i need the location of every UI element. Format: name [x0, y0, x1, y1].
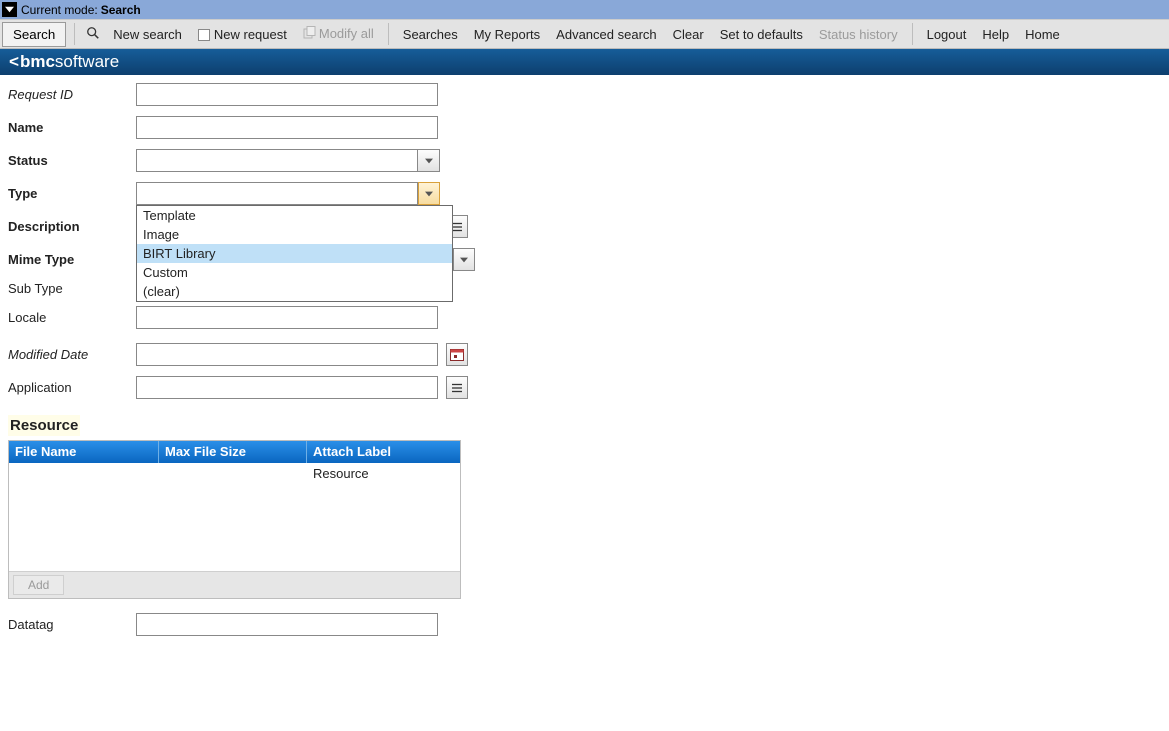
- brand-prefix: bmc: [20, 52, 55, 72]
- grid-body[interactable]: Resource: [9, 463, 460, 571]
- col-file-name[interactable]: File Name: [9, 441, 159, 463]
- resource-section-title: Resource: [8, 415, 80, 436]
- help-link[interactable]: Help: [974, 27, 1017, 42]
- input-status[interactable]: [136, 149, 418, 172]
- home-link[interactable]: Home: [1017, 27, 1068, 42]
- mode-prefix: Current mode:: [21, 3, 98, 17]
- label-status: Status: [8, 153, 136, 168]
- type-dropdown-button[interactable]: [418, 182, 440, 205]
- type-option[interactable]: (clear): [137, 282, 452, 301]
- row-application: Application: [8, 376, 1161, 399]
- cell-file-name: [9, 463, 159, 571]
- label-sub-type: Sub Type: [8, 281, 136, 296]
- row-request-id: Request ID: [8, 83, 1161, 106]
- type-option[interactable]: Image: [137, 225, 452, 244]
- type-dropdown-list: Template Image BIRT Library Custom (clea…: [136, 205, 453, 302]
- modify-all-icon: [303, 26, 316, 42]
- toolbar-separator: [912, 23, 913, 45]
- brand-suffix: software: [55, 52, 119, 72]
- input-type[interactable]: [136, 182, 418, 205]
- status-dropdown-button[interactable]: [418, 149, 440, 172]
- label-modified-date: Modified Date: [8, 347, 136, 362]
- row-modified-date: Modified Date: [8, 343, 1161, 366]
- form-area: Request ID Name Status Type Template Ima…: [0, 75, 1169, 654]
- col-attach-label[interactable]: Attach Label: [307, 441, 460, 463]
- toolbar: Search New search New request Modify all…: [0, 19, 1169, 49]
- label-mime-type: Mime Type: [8, 252, 136, 267]
- row-status: Status: [8, 149, 1161, 172]
- label-type: Type: [8, 186, 136, 201]
- input-request-id[interactable]: [136, 83, 438, 106]
- input-locale[interactable]: [136, 306, 438, 329]
- new-search-link[interactable]: New search: [105, 27, 190, 42]
- add-button: Add: [13, 575, 64, 595]
- resource-grid: File Name Max File Size Attach Label Res…: [8, 440, 461, 599]
- input-application[interactable]: [136, 376, 438, 399]
- grid-footer: Add: [9, 571, 460, 598]
- application-menu-button[interactable]: [446, 376, 468, 399]
- row-type: Type Template Image BIRT Library Custom …: [8, 182, 1161, 205]
- mode-value: Search: [101, 3, 141, 17]
- new-request-icon: [198, 29, 210, 41]
- my-reports-link[interactable]: My Reports: [466, 27, 548, 42]
- modify-all-link: Modify all: [295, 26, 382, 43]
- new-request-label: New request: [214, 27, 287, 42]
- set-defaults-link[interactable]: Set to defaults: [712, 27, 811, 42]
- type-option[interactable]: Template: [137, 206, 452, 225]
- label-description: Description: [8, 219, 136, 234]
- label-locale: Locale: [8, 310, 136, 325]
- brand-bar: > bmcsoftware: [0, 49, 1169, 75]
- mode-dropdown-icon[interactable]: [2, 2, 17, 17]
- label-name: Name: [8, 120, 136, 135]
- label-application: Application: [8, 380, 136, 395]
- row-datatag: Datatag: [8, 613, 1161, 636]
- magnifier-icon[interactable]: [81, 26, 105, 43]
- col-max-file-size[interactable]: Max File Size: [159, 441, 307, 463]
- row-locale: Locale: [8, 306, 1161, 329]
- search-button[interactable]: Search: [2, 22, 66, 47]
- label-datatag: Datatag: [8, 617, 136, 632]
- brand-chevron-icon: >: [9, 52, 19, 72]
- input-modified-date[interactable]: [136, 343, 438, 366]
- input-datatag[interactable]: [136, 613, 438, 636]
- clear-link[interactable]: Clear: [665, 27, 712, 42]
- grid-header: File Name Max File Size Attach Label: [9, 441, 460, 463]
- modify-all-label: Modify all: [319, 26, 374, 41]
- searches-link[interactable]: Searches: [395, 27, 466, 42]
- type-option[interactable]: BIRT Library: [137, 244, 452, 263]
- toolbar-separator: [388, 23, 389, 45]
- advanced-search-link[interactable]: Advanced search: [548, 27, 664, 42]
- toolbar-separator: [74, 23, 75, 45]
- new-request-link[interactable]: New request: [190, 27, 295, 42]
- calendar-button[interactable]: [446, 343, 468, 366]
- row-name: Name: [8, 116, 1161, 139]
- label-request-id: Request ID: [8, 87, 136, 102]
- status-history-link: Status history: [811, 27, 906, 42]
- input-name[interactable]: [136, 116, 438, 139]
- logout-link[interactable]: Logout: [919, 27, 975, 42]
- mime-type-dropdown-button-visible[interactable]: [453, 248, 475, 271]
- cell-max-file-size: [159, 463, 307, 571]
- cell-attach-label: Resource: [307, 463, 460, 571]
- mode-bar: Current mode: Search: [0, 0, 1169, 19]
- type-option[interactable]: Custom: [137, 263, 452, 282]
